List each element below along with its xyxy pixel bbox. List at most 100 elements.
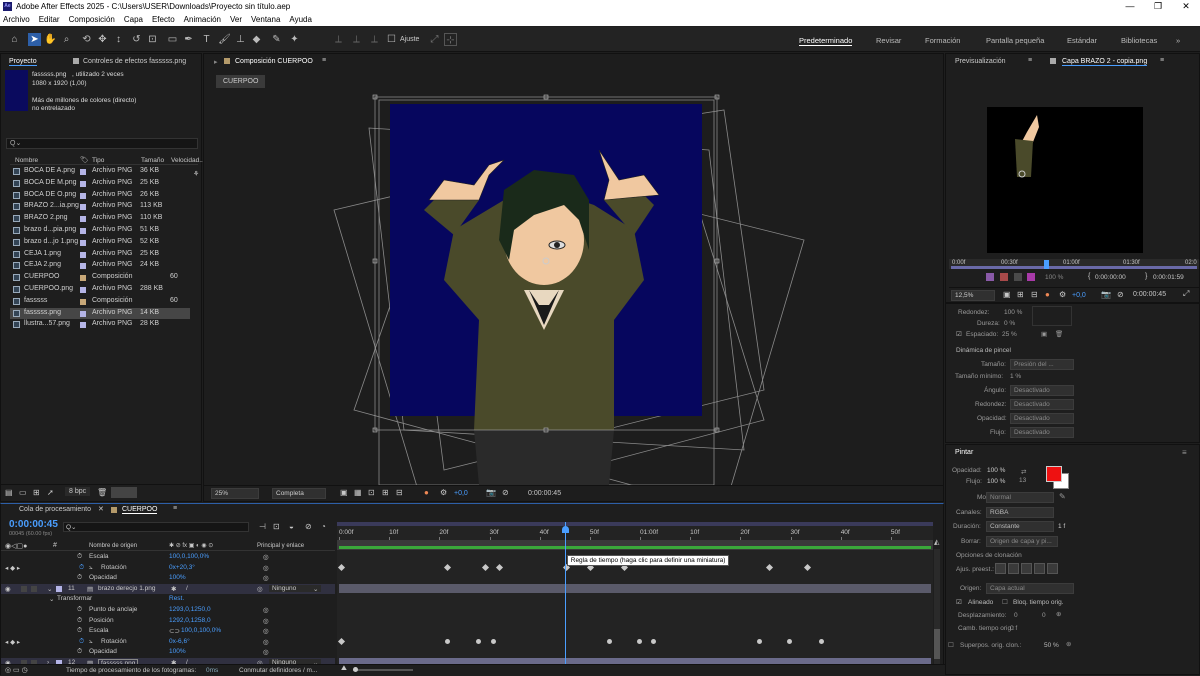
column-name[interactable]: Nombre bbox=[15, 157, 38, 164]
exposure-value[interactable]: +0,0 bbox=[454, 490, 468, 497]
workspace-more-icon[interactable]: » bbox=[1176, 36, 1180, 45]
motion-blur-icon[interactable]: ◔ bbox=[321, 522, 326, 531]
transform-group-row[interactable]: ⌄ Transformar Rest. bbox=[1, 594, 335, 605]
property-value[interactable]: 100% bbox=[169, 648, 186, 655]
clone-overlay-value[interactable]: 50 % bbox=[1044, 642, 1059, 649]
pickwhip-icon[interactable]: ◎ bbox=[257, 585, 263, 593]
project-item-row[interactable]: CEJA 1.png Archivo PNG 25 KB bbox=[10, 249, 190, 261]
close-button[interactable]: ✕ bbox=[1172, 0, 1200, 13]
tab-composicion[interactable]: Composición CUERPOO bbox=[235, 58, 313, 65]
new-brush-icon[interactable]: ▣ bbox=[1041, 330, 1047, 338]
project-item-row[interactable]: brazo d...jo 1.png Archivo PNG 52 KB bbox=[10, 237, 190, 249]
min-size-value[interactable]: 1 % bbox=[1010, 373, 1021, 380]
timeline-graph-area[interactable]: 0:00f 10f 20f 30f 40f 50f 01:00f 10f 20f 30f 40f 50… bbox=[337, 522, 933, 668]
paint-menu-icon[interactable]: ≡ bbox=[1182, 448, 1187, 457]
bit-depth-button[interactable]: 8 bpc bbox=[65, 487, 91, 496]
project-item-row[interactable]: BRAZO 2.png Archivo PNG 110 KB bbox=[10, 213, 190, 225]
property-row[interactable]: ⏱ Escala ⊂⊃ 100,0,100,0% ◎ bbox=[1, 626, 335, 637]
channel-icon[interactable]: ● bbox=[424, 488, 429, 497]
property-pickwhip-icon[interactable]: ◎ bbox=[263, 648, 269, 656]
snapshot-icon[interactable]: 📷 bbox=[486, 488, 496, 497]
pan-camera-icon[interactable]: ✥ bbox=[96, 33, 109, 46]
label-color-swatch[interactable] bbox=[80, 216, 86, 223]
mask-visibility-icon[interactable]: ⊡ bbox=[368, 488, 375, 497]
project-item-row[interactable]: brazo d...pia.png Archivo PNG 51 KB bbox=[10, 225, 190, 237]
property-value[interactable]: 0x-6,6° bbox=[169, 638, 190, 645]
stopwatch-icon[interactable]: ⏱ bbox=[79, 564, 84, 572]
property-pickwhip-icon[interactable]: ◎ bbox=[263, 627, 269, 635]
clone-preset-button[interactable] bbox=[1047, 563, 1058, 574]
spacing-checkbox[interactable]: ☑ bbox=[956, 330, 962, 338]
tab-timeline-cuerpoo[interactable]: CUERPOO bbox=[122, 506, 158, 514]
transform-reset[interactable]: Rest. bbox=[169, 595, 184, 602]
project-item-row[interactable]: llustra...57.png Archivo PNG 28 KB bbox=[10, 319, 190, 331]
layer-label-color[interactable] bbox=[56, 585, 62, 592]
label-color-swatch[interactable] bbox=[80, 263, 86, 270]
project-item-row[interactable]: fasssss.png Archivo PNG 14 KB bbox=[10, 307, 190, 320]
clone-preset-button[interactable] bbox=[995, 563, 1006, 574]
size-dropdown[interactable]: Presión del ... bbox=[1010, 359, 1074, 370]
angle-dropdown[interactable]: Desactivado bbox=[1010, 385, 1074, 396]
pan-behind-tool-icon[interactable]: ⊡ bbox=[146, 33, 159, 46]
property-value[interactable]: 1293,0,1250,0 bbox=[169, 606, 211, 613]
3d-view-icon[interactable]: ⊟ bbox=[396, 488, 403, 497]
comp-range-bar[interactable] bbox=[337, 540, 933, 550]
keyframe-marker[interactable] bbox=[445, 638, 450, 644]
label-color-swatch[interactable] bbox=[80, 322, 86, 329]
playhead-line[interactable] bbox=[561, 522, 569, 668]
ripple-icon[interactable] bbox=[1014, 273, 1022, 281]
difference-mode-icon[interactable]: ⊛ bbox=[1066, 640, 1071, 648]
property-row[interactable]: ◂ ◆ ▸ ⏱ ⦣ Rotación 0x+20,3° ◎ bbox=[1, 563, 335, 574]
snap-checkbox[interactable]: ☐ bbox=[385, 33, 398, 46]
property-row[interactable]: ⏱ Posición 1292,0,1258,0 ◎ bbox=[1, 616, 335, 627]
offset-y[interactable]: 0 bbox=[1042, 612, 1046, 619]
set-in-icon[interactable]: { bbox=[1088, 273, 1090, 280]
region-of-interest-icon[interactable]: ▣ bbox=[340, 488, 348, 497]
clone-preset-button[interactable] bbox=[1021, 563, 1032, 574]
column-size[interactable]: Tamaño bbox=[141, 157, 164, 164]
foreground-color-swatch[interactable] bbox=[1046, 466, 1062, 482]
set-out-icon[interactable]: } bbox=[1145, 273, 1147, 280]
keyframe-marker[interactable] bbox=[757, 638, 762, 644]
keyframe-navigator-icon[interactable]: ◂ ◆ ▸ bbox=[5, 564, 20, 572]
parent-header[interactable]: Principal y enlace bbox=[257, 543, 304, 549]
menu-efecto[interactable]: Efecto bbox=[152, 15, 175, 24]
tab-controles-efectos[interactable]: Controles de efectos fasssss.png bbox=[83, 58, 186, 65]
collapse-switch-icon[interactable]: ✱ bbox=[171, 585, 176, 593]
magnification-dropdown[interactable]: 25% bbox=[211, 488, 259, 499]
property-pickwhip-icon[interactable]: ◎ bbox=[263, 553, 269, 561]
layer-guides-icon[interactable]: ⊟ bbox=[1031, 290, 1038, 299]
clone-overlay-checkbox[interactable]: ☐ bbox=[948, 641, 954, 649]
time-ruler[interactable]: 0:00f 10f 20f 30f 40f 50f 01:00f 10f 20f 30f 40f 50… bbox=[337, 526, 933, 540]
flow-dyn-dropdown[interactable]: Desactivado bbox=[1010, 427, 1074, 438]
property-row[interactable]: ⏱ Opacidad 100% ◎ bbox=[1, 647, 335, 658]
timeline-timecode[interactable]: 0:00:00:45 bbox=[9, 519, 58, 530]
menu-ayuda[interactable]: Ayuda bbox=[289, 15, 312, 24]
snap-options-icon[interactable]: ⤢ bbox=[428, 33, 441, 46]
puppet-tool-icon[interactable]: ✦ bbox=[288, 33, 301, 46]
delete-brush-icon[interactable]: 🗑 bbox=[1055, 330, 1063, 338]
workspace-estandar[interactable]: Estándar bbox=[1067, 36, 1097, 45]
clone-preset-button[interactable] bbox=[1034, 563, 1045, 574]
color-label-icon[interactable] bbox=[1027, 273, 1035, 281]
project-item-row[interactable]: BRAZO 2...ia.png Archivo PNG 113 KB bbox=[10, 201, 190, 213]
timeline-zoom-icon[interactable]: ◭ bbox=[934, 538, 939, 546]
layer-roi-icon[interactable]: ▣ bbox=[1003, 290, 1011, 299]
color-swatch-button[interactable] bbox=[111, 487, 137, 498]
source-time-shift-value[interactable]: 0 f bbox=[1010, 625, 1017, 632]
opacity-dyn-dropdown[interactable]: Desactivado bbox=[1010, 413, 1074, 424]
stopwatch-icon[interactable]: ⏱ bbox=[77, 627, 82, 635]
quality-switch-icon[interactable]: / bbox=[186, 585, 188, 592]
stopwatch-icon[interactable]: ⏱ bbox=[77, 574, 82, 582]
show-snapshot-icon[interactable]: ⊘ bbox=[502, 488, 509, 497]
swap-colors-icon[interactable]: ⇄ bbox=[1021, 468, 1026, 476]
timeline-scrollbar[interactable] bbox=[934, 549, 940, 669]
interpret-footage-icon[interactable]: ▤ bbox=[5, 488, 13, 497]
comp-breadcrumb[interactable]: CUERPOO bbox=[216, 75, 266, 88]
keyframe-marker[interactable] bbox=[443, 563, 452, 571]
stopwatch-icon[interactable]: ⏱ bbox=[77, 606, 82, 614]
transparency-grid-icon[interactable]: ▦ bbox=[354, 488, 362, 497]
property-row[interactable]: ◂ ◆ ▸ ⏱ ⦣ Rotación 0x-6,6° ◎ bbox=[1, 637, 335, 648]
project-search-input[interactable]: Q⌄ bbox=[6, 138, 198, 149]
property-pickwhip-icon[interactable]: ◎ bbox=[263, 638, 269, 646]
